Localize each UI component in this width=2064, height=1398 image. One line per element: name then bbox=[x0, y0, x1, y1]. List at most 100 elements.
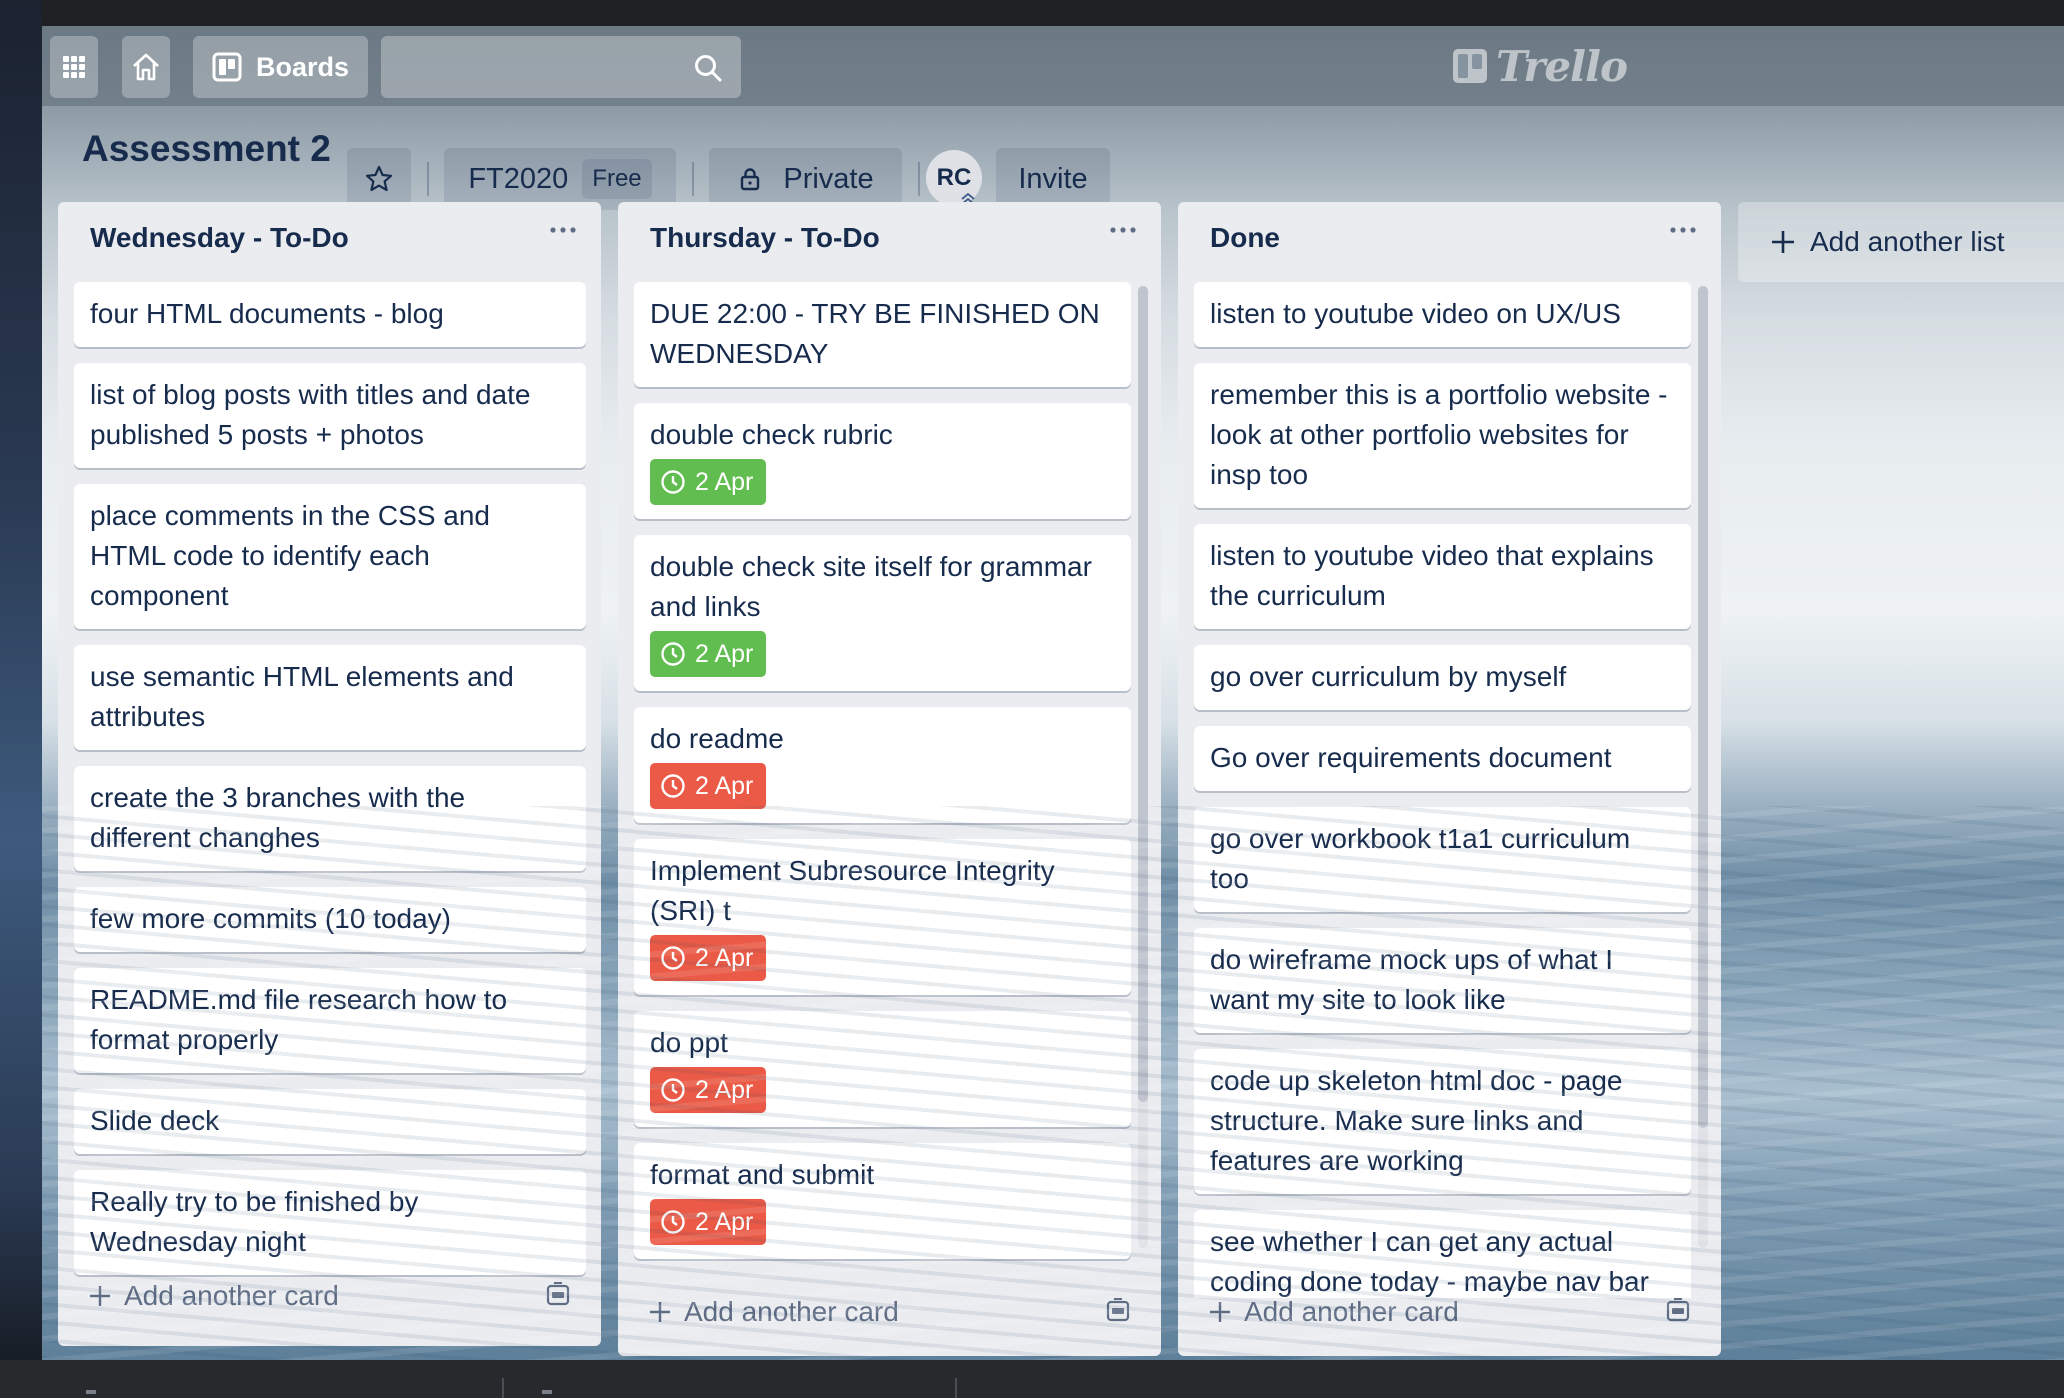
search-input[interactable] bbox=[381, 36, 741, 98]
desktop-background-edge bbox=[0, 0, 42, 1398]
card-title: list of blog posts with titles and date … bbox=[90, 379, 531, 450]
visibility-label: Private bbox=[783, 162, 874, 195]
trello-wordmark: Trello bbox=[1496, 41, 1628, 91]
card[interactable]: list of blog posts with titles and date … bbox=[74, 363, 586, 468]
search-icon bbox=[695, 55, 722, 82]
visibility-button[interactable]: Private bbox=[709, 148, 902, 210]
app-header: Boards Trello bbox=[42, 26, 2064, 106]
due-date-badge[interactable]: 2 Apr bbox=[650, 631, 767, 677]
card-title: code up skeleton html doc - page structu… bbox=[1210, 1065, 1623, 1176]
card[interactable]: do readme 2 Apr bbox=[634, 707, 1131, 823]
card[interactable]: go over curriculum by myself bbox=[1194, 645, 1691, 710]
add-card-button[interactable]: Add another card bbox=[1208, 1296, 1459, 1328]
lock-icon bbox=[741, 168, 760, 191]
card-container: DUE 22:00 - TRY BE FINISHED ON WEDNESDAY… bbox=[634, 282, 1131, 1298]
list-title[interactable]: Done bbox=[1210, 222, 1280, 254]
list-title[interactable]: Thursday - To-Do bbox=[650, 222, 880, 254]
card[interactable]: see whether I can get any actual coding … bbox=[1194, 1210, 1691, 1298]
boards-label: Boards bbox=[255, 51, 350, 82]
card-title: see whether I can get any actual coding … bbox=[1210, 1226, 1649, 1297]
card-container: four HTML documents - blog list of blog … bbox=[74, 282, 586, 1284]
card[interactable]: remember this is a portfolio website - l… bbox=[1194, 363, 1691, 508]
card-title: Implement Subresource Integrity (SRI) t bbox=[650, 855, 1055, 926]
list-scrollbar[interactable] bbox=[1138, 286, 1148, 1248]
due-date-badge[interactable]: 2 Apr bbox=[650, 1199, 767, 1245]
trello-board-app: Boards Trello Assessment 2 FT2020 Free P… bbox=[42, 26, 2064, 1360]
add-list-button[interactable]: Add another list bbox=[1738, 202, 2064, 282]
clock-icon bbox=[661, 1078, 685, 1102]
add-card-button[interactable]: Add another card bbox=[88, 1280, 339, 1312]
card[interactable]: go over workbook t1a1 curriculum too bbox=[1194, 807, 1691, 912]
taskbar-item[interactable] bbox=[542, 1390, 552, 1394]
card[interactable]: README.md file research how to format pr… bbox=[74, 968, 586, 1073]
team-name: FT2020 bbox=[468, 162, 569, 195]
due-date-text: 2 Apr bbox=[695, 1076, 754, 1104]
card[interactable]: place comments in the CSS and HTML code … bbox=[74, 484, 586, 629]
board-title[interactable]: Assessment 2 bbox=[82, 128, 331, 170]
card[interactable]: format and submit 2 Apr bbox=[634, 1143, 1131, 1259]
card-template-icon[interactable] bbox=[1105, 1298, 1131, 1324]
card-title: format and submit bbox=[650, 1159, 875, 1190]
member-initials: RC bbox=[936, 164, 972, 191]
star-board-button[interactable] bbox=[347, 148, 411, 210]
card[interactable]: Slide deck bbox=[74, 1089, 586, 1154]
card[interactable]: four HTML documents - blog bbox=[74, 282, 586, 347]
card[interactable]: double check site itself for grammar and… bbox=[634, 535, 1131, 691]
card[interactable]: double check rubric 2 Apr bbox=[634, 403, 1131, 519]
due-date-badge[interactable]: 2 Apr bbox=[650, 763, 767, 809]
add-card-label: Add another card bbox=[684, 1296, 899, 1327]
card-container: listen to youtube video on UX/US remembe… bbox=[1194, 282, 1691, 1298]
member-avatar[interactable]: RC bbox=[926, 150, 982, 206]
more-icon[interactable] bbox=[1669, 224, 1697, 236]
divider bbox=[955, 1378, 957, 1398]
app-switcher-button[interactable] bbox=[50, 36, 98, 98]
card[interactable]: do wireframe mock ups of what I want my … bbox=[1194, 928, 1691, 1033]
list-title[interactable]: Wednesday - To-Do bbox=[90, 222, 349, 254]
more-icon[interactable] bbox=[549, 224, 577, 236]
card[interactable]: use semantic HTML elements and attribute… bbox=[74, 645, 586, 750]
boards-button[interactable]: Boards bbox=[193, 36, 368, 98]
card[interactable]: Really try to be finished by Wednesday n… bbox=[74, 1170, 586, 1275]
scrollbar-thumb[interactable] bbox=[1138, 286, 1148, 1102]
scrollbar-thumb[interactable] bbox=[1698, 286, 1708, 1128]
card[interactable]: few more commits (10 today) bbox=[74, 887, 586, 952]
due-date-badge[interactable]: 2 Apr bbox=[650, 935, 767, 981]
card-title: README.md file research how to format pr… bbox=[90, 984, 508, 1055]
plus-icon bbox=[90, 1286, 110, 1306]
team-button[interactable]: FT2020 Free bbox=[444, 148, 676, 210]
card[interactable]: Go over requirements document bbox=[1194, 726, 1691, 791]
card[interactable]: create the 3 branches with the different… bbox=[74, 766, 586, 871]
card[interactable]: do ppt 2 Apr bbox=[634, 1011, 1131, 1127]
due-date-badge[interactable]: 2 Apr bbox=[650, 459, 767, 505]
plus-icon bbox=[650, 1302, 670, 1322]
clock-icon bbox=[661, 470, 685, 494]
card-title: Go over requirements document bbox=[1210, 742, 1612, 773]
card-title: place comments in the CSS and HTML code … bbox=[90, 500, 490, 611]
card[interactable]: listen to youtube video on UX/US bbox=[1194, 282, 1691, 347]
card-title: DUE 22:00 - TRY BE FINISHED ON WEDNESDAY bbox=[650, 298, 1100, 369]
card-title: Slide deck bbox=[90, 1105, 220, 1136]
card-title: listen to youtube video that explains th… bbox=[1210, 540, 1654, 611]
due-date-badge[interactable]: 2 Apr bbox=[650, 1067, 767, 1113]
card-title: go over workbook t1a1 curriculum too bbox=[1210, 823, 1631, 894]
board-header: Assessment 2 FT2020 Free Private RC Invi… bbox=[42, 106, 2064, 210]
clock-icon bbox=[661, 774, 685, 798]
card[interactable]: listen to youtube video that explains th… bbox=[1194, 524, 1691, 629]
trello-logo-icon bbox=[1453, 49, 1487, 83]
card-template-icon[interactable] bbox=[1665, 1298, 1691, 1324]
taskbar-item[interactable] bbox=[86, 1390, 96, 1394]
card[interactable]: DUE 22:00 - TRY BE FINISHED ON WEDNESDAY bbox=[634, 282, 1131, 387]
divider bbox=[502, 1378, 504, 1398]
home-button[interactable] bbox=[122, 36, 170, 98]
more-icon[interactable] bbox=[1109, 224, 1137, 236]
card-template-icon[interactable] bbox=[545, 1282, 571, 1308]
due-date-text: 2 Apr bbox=[695, 468, 754, 496]
card-title: do ppt bbox=[650, 1027, 728, 1058]
card[interactable]: code up skeleton html doc - page structu… bbox=[1194, 1049, 1691, 1194]
card[interactable]: Implement Subresource Integrity (SRI) t … bbox=[634, 839, 1131, 995]
add-card-button[interactable]: Add another card bbox=[648, 1296, 899, 1328]
card-title: double check site itself for grammar and… bbox=[650, 551, 1092, 622]
trello-logo[interactable]: Trello bbox=[1452, 38, 1628, 94]
list-scrollbar[interactable] bbox=[1698, 286, 1708, 1248]
invite-button[interactable]: Invite bbox=[996, 148, 1110, 210]
